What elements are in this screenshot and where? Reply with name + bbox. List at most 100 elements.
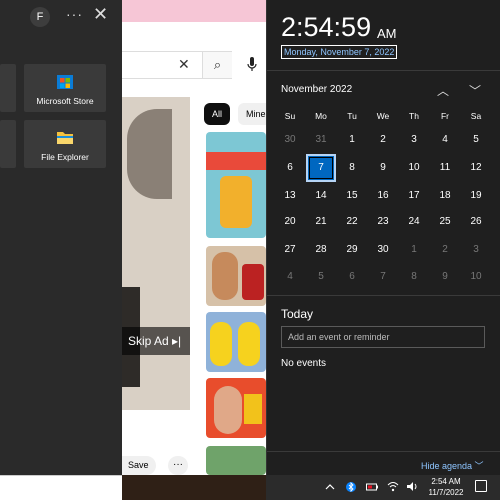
- wifi-icon[interactable]: [387, 481, 399, 492]
- hide-agenda-button[interactable]: Hide agenda ﹀: [421, 459, 484, 472]
- video-player[interactable]: [122, 97, 190, 410]
- calendar-day[interactable]: 24: [399, 208, 429, 236]
- calendar-day[interactable]: 20: [275, 208, 305, 236]
- calendar-day[interactable]: 1: [399, 236, 429, 264]
- calendar-day[interactable]: 31: [306, 126, 336, 154]
- calendar-day-today[interactable]: 7: [306, 154, 336, 182]
- calendar-day[interactable]: 5: [306, 263, 336, 291]
- calendar-day[interactable]: 8: [337, 154, 367, 182]
- battery-icon[interactable]: [366, 482, 379, 492]
- taskbar-time: 2:54 AM: [431, 477, 461, 486]
- search-button[interactable]: ⌕: [202, 52, 232, 78]
- user-avatar[interactable]: F: [30, 7, 50, 27]
- weekday-label: Th: [409, 111, 419, 121]
- calendar-day[interactable]: 13: [275, 182, 305, 210]
- calendar-day[interactable]: 4: [275, 263, 305, 291]
- calendar-day[interactable]: 29: [337, 236, 367, 264]
- thumbnail-art: [206, 152, 266, 170]
- video-thumbnail[interactable]: [206, 132, 266, 238]
- calendar-day[interactable]: 28: [306, 236, 336, 264]
- calendar-day[interactable]: 27: [275, 236, 305, 264]
- calendar-day[interactable]: 23: [368, 208, 398, 236]
- calendar-day[interactable]: 17: [399, 182, 429, 210]
- previous-month-button[interactable]: ︿: [437, 82, 449, 99]
- browser-tab-strip: [122, 0, 266, 22]
- app-tile-partial[interactable]: [0, 120, 16, 168]
- calendar-day[interactable]: 4: [430, 126, 460, 154]
- calendar-day[interactable]: 15: [337, 182, 367, 210]
- chip-mine[interactable]: Mine: [238, 103, 266, 125]
- close-button[interactable]: ✕: [93, 3, 108, 25]
- weekday-label: Mo: [315, 111, 327, 121]
- app-tile-microsoft-store[interactable]: Microsoft Store: [24, 64, 106, 112]
- calendar-day[interactable]: 5: [461, 126, 491, 154]
- thumbnail-art: [214, 386, 242, 434]
- month-label[interactable]: November 2022: [281, 84, 352, 95]
- calendar-day[interactable]: 16: [368, 182, 398, 210]
- desktop: F ··· ✕ Microsoft Store File Explorer ✕ …: [0, 0, 500, 500]
- calendar-day[interactable]: 22: [337, 208, 367, 236]
- clock-date-link[interactable]: Monday, November 7, 2022: [281, 45, 398, 59]
- thumbnail-art: [220, 176, 252, 228]
- clock-ampm: AM: [377, 26, 397, 41]
- calendar-day[interactable]: 30: [275, 126, 305, 154]
- chip-all[interactable]: All: [204, 103, 231, 125]
- taskbar-search-box[interactable]: [0, 475, 122, 500]
- video-thumbnail[interactable]: [206, 312, 266, 372]
- save-button[interactable]: Save: [122, 456, 156, 475]
- clear-search-icon[interactable]: ✕: [178, 56, 190, 73]
- calendar-day[interactable]: 1: [337, 126, 367, 154]
- calendar-day[interactable]: 3: [399, 126, 429, 154]
- taskbar-clock[interactable]: 2:54 AM 11/7/2022: [424, 476, 468, 498]
- divider: [267, 451, 500, 452]
- calendar-day[interactable]: 26: [461, 208, 491, 236]
- calendar-day[interactable]: 3: [461, 236, 491, 264]
- calendar-day[interactable]: 6: [275, 154, 305, 182]
- next-month-button[interactable]: ﹀: [469, 82, 481, 99]
- calendar-day[interactable]: 11: [430, 154, 460, 182]
- calendar-day[interactable]: 9: [430, 263, 460, 291]
- calendar-day[interactable]: 7: [368, 263, 398, 291]
- event-input[interactable]: Add an event or reminder: [281, 326, 485, 348]
- calendar-day[interactable]: 19: [461, 182, 491, 210]
- calendar-day[interactable]: 2: [368, 126, 398, 154]
- clock-time: 2:54:59: [281, 12, 372, 42]
- calendar-day[interactable]: 21: [306, 208, 336, 236]
- thumbnail-art: [242, 264, 264, 300]
- agenda-heading: Today: [281, 307, 314, 321]
- search-input[interactable]: ✕ ⌕: [122, 51, 232, 79]
- calendar-day[interactable]: 8: [399, 263, 429, 291]
- calendar-day[interactable]: 2: [430, 236, 460, 264]
- calendar-day[interactable]: 18: [430, 182, 460, 210]
- app-tile-partial[interactable]: [0, 64, 16, 112]
- thumbnail-art: [212, 252, 238, 300]
- calendar-day[interactable]: 12: [461, 154, 491, 182]
- calendar-day[interactable]: 6: [337, 263, 367, 291]
- calendar-day[interactable]: 10: [461, 263, 491, 291]
- calendar-day[interactable]: 10: [399, 154, 429, 182]
- taskbar-background: [122, 475, 266, 500]
- weekday-label: Fr: [440, 111, 450, 121]
- taskbar-date: 11/7/2022: [428, 488, 464, 497]
- thumbnail-art: [238, 322, 260, 366]
- video-thumbnail[interactable]: [206, 246, 266, 306]
- no-events-text: No events: [281, 358, 327, 369]
- more-actions-button[interactable]: ···: [168, 456, 188, 475]
- volume-icon[interactable]: [406, 481, 418, 492]
- video-thumbnail[interactable]: [206, 378, 266, 438]
- tile-label: Microsoft Store: [36, 96, 94, 106]
- bluetooth-icon[interactable]: [346, 481, 356, 493]
- tile-label: File Explorer: [41, 152, 89, 162]
- app-tile-file-explorer[interactable]: File Explorer: [24, 120, 106, 168]
- calendar-day[interactable]: 25: [430, 208, 460, 236]
- divider: [267, 295, 500, 296]
- skip-ad-button[interactable]: Skip Ad ▸|: [122, 327, 190, 355]
- calendar-day[interactable]: 14: [306, 182, 336, 210]
- calendar-day[interactable]: 30: [368, 236, 398, 264]
- calendar-day[interactable]: 9: [368, 154, 398, 182]
- notification-icon[interactable]: [475, 480, 487, 492]
- chevron-up-icon[interactable]: [325, 482, 335, 492]
- start-menu: F ··· ✕ Microsoft Store File Explorer: [0, 0, 122, 475]
- more-options-button[interactable]: ···: [66, 6, 83, 22]
- microphone-icon[interactable]: [246, 56, 258, 72]
